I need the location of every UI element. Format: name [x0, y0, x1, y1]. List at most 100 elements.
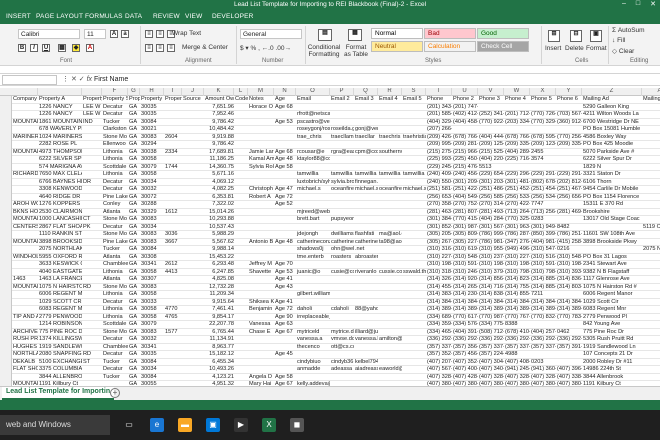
cell[interactable] — [164, 336, 182, 344]
cell[interactable]: (225) 993- — [426, 156, 452, 164]
cell[interactable]: (314) 384- — [504, 299, 530, 307]
cell[interactable] — [378, 194, 402, 202]
cell[interactable]: 30084 — [140, 374, 164, 382]
cell[interactable]: vanessa.h — [354, 336, 378, 344]
column-header[interactable]: R — [378, 88, 402, 96]
cell[interactable]: (357) 337- — [478, 344, 504, 352]
cell[interactable]: 2000 Robley Dr #11 — [582, 359, 642, 367]
cell[interactable] — [378, 119, 402, 127]
cell[interactable] — [12, 299, 38, 307]
cell[interactable]: luxtobrich/sylvia — [296, 179, 330, 187]
cell[interactable]: GA — [128, 374, 140, 382]
cell[interactable]: Lithonia — [102, 156, 128, 164]
style-good[interactable]: Good — [477, 28, 529, 39]
cell[interactable] — [378, 261, 402, 269]
cell[interactable]: Age 68 — [274, 104, 296, 112]
column-header[interactable]: U — [452, 88, 478, 96]
cell[interactable] — [354, 156, 378, 164]
cell[interactable]: 14986 224th St — [582, 366, 642, 374]
cell[interactable]: (209) 123- — [530, 141, 556, 149]
cell[interactable]: 0203 — [530, 359, 556, 367]
cell[interactable]: GA — [128, 209, 140, 217]
cell[interactable] — [234, 201, 248, 209]
cell[interactable] — [248, 201, 274, 209]
cell[interactable] — [248, 359, 274, 367]
cell[interactable] — [354, 261, 378, 269]
cell[interactable]: 5,671.16 — [204, 171, 234, 179]
cell[interactable] — [296, 194, 330, 202]
cell[interactable]: (305) 205- — [426, 231, 452, 239]
cell[interactable] — [182, 209, 204, 217]
name-box[interactable] — [2, 75, 57, 85]
cell[interactable]: (314) 384- — [452, 299, 478, 307]
underline-icon[interactable]: U — [42, 44, 50, 52]
cell[interactable] — [378, 359, 402, 367]
cell[interactable]: (314) 885- — [530, 284, 556, 292]
cell[interactable]: 4211 Wilton Woods La — [582, 111, 642, 119]
cell[interactable]: (314) 856- — [478, 276, 504, 284]
cell[interactable]: (256) 534- — [530, 194, 556, 202]
cell[interactable] — [182, 374, 204, 382]
cell[interactable] — [402, 299, 426, 307]
row-header[interactable] — [0, 306, 12, 314]
cell[interactable]: (301) 481- — [504, 179, 530, 187]
cell[interactable]: (941) 360- — [530, 366, 556, 374]
store-icon[interactable]: ▣ — [206, 418, 220, 432]
cell[interactable] — [330, 321, 354, 329]
cell[interactable]: (404) 220- — [478, 156, 504, 164]
cell[interactable] — [402, 179, 426, 187]
cell[interactable]: (407) 408- — [504, 359, 530, 367]
cell[interactable]: Age 47 — [274, 186, 296, 194]
cell[interactable]: 1029 Scott Cir — [582, 299, 642, 307]
cell[interactable] — [642, 149, 660, 157]
cell[interactable] — [164, 216, 182, 224]
cell[interactable] — [234, 284, 248, 292]
cell[interactable] — [164, 119, 182, 127]
row-header[interactable] — [0, 268, 12, 276]
cell[interactable]: 9,786.42 — [204, 141, 234, 149]
cell[interactable] — [248, 209, 274, 217]
style-check-cell[interactable]: Check Cell — [477, 41, 529, 52]
cell[interactable] — [234, 366, 248, 374]
cell[interactable]: 2530 CLAIRMONT RD — [38, 209, 82, 217]
cell[interactable]: 30072 — [140, 194, 164, 202]
cell[interactable] — [402, 314, 426, 322]
cell[interactable] — [248, 179, 274, 187]
cell[interactable]: Stone Mo — [102, 284, 128, 292]
cell[interactable]: Shiksea K — [248, 299, 274, 307]
cell[interactable] — [234, 261, 248, 269]
cell[interactable]: 0462 — [556, 329, 582, 337]
align-center-icon[interactable]: ≡ — [156, 44, 164, 52]
column-header[interactable]: Q — [354, 88, 378, 96]
cell[interactable]: (314) 855- — [504, 291, 530, 299]
cell[interactable] — [234, 329, 248, 337]
cell[interactable]: (314) 265- — [452, 284, 478, 292]
cell[interactable] — [642, 329, 660, 337]
cell[interactable] — [12, 156, 38, 164]
cell[interactable] — [234, 299, 248, 307]
cell[interactable]: 10,484.42 — [204, 126, 234, 134]
cell[interactable] — [82, 344, 102, 352]
cell[interactable]: (786) 251- — [556, 231, 582, 239]
cell[interactable] — [402, 306, 426, 314]
cell[interactable]: tamwillia — [330, 171, 354, 179]
fx-icon[interactable]: fx — [87, 76, 92, 83]
cell[interactable] — [296, 276, 330, 284]
column-header[interactable]: H — [140, 88, 164, 96]
column-title-cell[interactable]: Email 2 — [330, 96, 354, 104]
cell[interactable] — [642, 291, 660, 299]
cell[interactable] — [12, 126, 38, 134]
column-title-cell[interactable]: Notes — [248, 96, 274, 104]
cell[interactable]: GA — [128, 246, 140, 254]
cell[interactable]: (770) 415- — [452, 216, 478, 224]
cell[interactable]: 30083 — [140, 134, 164, 142]
bold-icon[interactable]: B — [18, 44, 26, 52]
cell[interactable]: kelbel7942@hotmail.com — [354, 359, 378, 367]
row-header[interactable] — [0, 238, 12, 246]
cell[interactable]: (252) 341- — [478, 111, 504, 119]
row-header[interactable] — [0, 261, 12, 269]
cell[interactable] — [82, 261, 102, 269]
cell[interactable]: (207) 266-8087 — [426, 126, 452, 134]
cell[interactable]: (770) 832- — [530, 314, 556, 322]
cell[interactable] — [274, 111, 296, 119]
